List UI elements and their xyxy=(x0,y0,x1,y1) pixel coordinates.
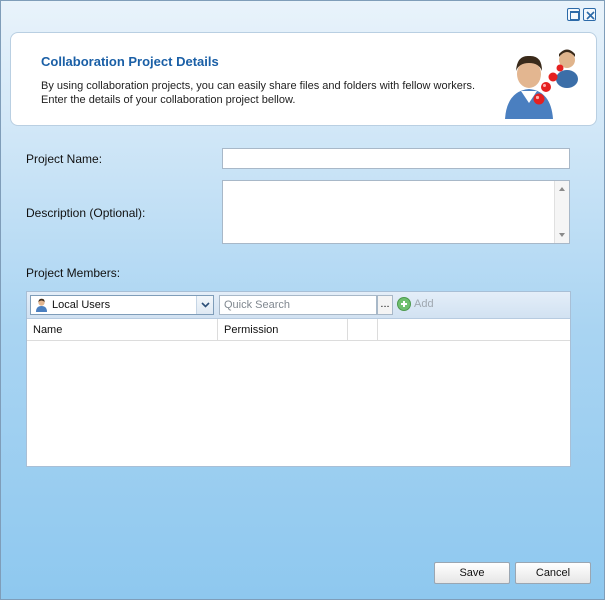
column-header-permission[interactable]: Permission xyxy=(218,319,348,341)
column-header-extra xyxy=(348,319,378,341)
add-label: Add xyxy=(414,298,434,310)
save-button[interactable]: Save xyxy=(434,562,510,584)
title-bar xyxy=(1,1,604,29)
header-title: Collaboration Project Details xyxy=(41,54,219,69)
header-description-line: Enter the details of your collaboration … xyxy=(41,94,296,106)
header-panel: Collaboration Project Details By using c… xyxy=(10,32,597,126)
collaboration-project-dialog: Collaboration Project Details By using c… xyxy=(0,0,605,600)
column-header-name[interactable]: Name xyxy=(27,319,218,341)
collaboration-users-icon xyxy=(499,41,589,121)
project-members-panel: Local Users ... Add Name Permission xyxy=(26,291,571,467)
scroll-down-icon[interactable] xyxy=(559,233,565,237)
description-textarea[interactable] xyxy=(222,180,570,244)
chevron-down-icon[interactable] xyxy=(196,296,213,314)
header-description: By using collaboration projects, you can… xyxy=(41,79,491,107)
members-toolbar: Local Users ... Add xyxy=(27,292,570,319)
project-members-label: Project Members: xyxy=(26,266,121,280)
description-scrollbar[interactable] xyxy=(554,181,569,243)
project-name-label: Project Name: xyxy=(26,152,103,166)
user-source-value: Local Users xyxy=(52,299,111,311)
cancel-button[interactable]: Cancel xyxy=(515,562,591,584)
close-icon[interactable] xyxy=(583,8,596,21)
user-source-select[interactable]: Local Users xyxy=(30,295,214,315)
scroll-up-icon[interactable] xyxy=(559,187,565,191)
project-name-input[interactable] xyxy=(222,148,570,169)
members-grid-header: Name Permission xyxy=(27,319,570,341)
quick-search-input[interactable] xyxy=(219,295,377,315)
browse-button[interactable]: ... xyxy=(377,295,393,315)
user-icon xyxy=(35,298,48,315)
description-label: Description (Optional): xyxy=(26,206,146,220)
add-icon xyxy=(397,297,411,311)
restore-icon[interactable] xyxy=(567,8,580,21)
header-description-line: By using collaboration projects, you can… xyxy=(41,80,476,92)
